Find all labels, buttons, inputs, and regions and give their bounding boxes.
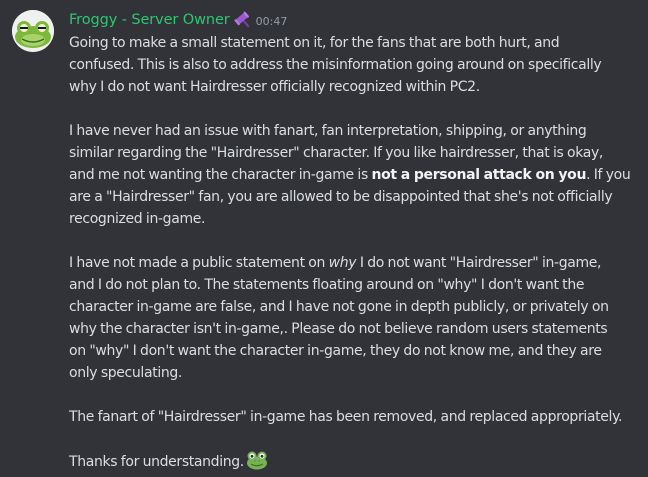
gavel-icon[interactable] bbox=[234, 11, 252, 29]
paragraph-3: I have not made a public statement on wh… bbox=[69, 252, 641, 384]
chat-message: Froggy - Server Owner 00:47 Going to mak… bbox=[0, 0, 648, 472]
message-content: Going to make a small statement on it, f… bbox=[69, 32, 641, 473]
text-line: character in-game are false, and I have … bbox=[69, 299, 609, 315]
paragraph-4: The fanart of "Hairdresser" in-game has … bbox=[69, 406, 641, 428]
text-line: I have not made a public statement on wh… bbox=[69, 252, 641, 274]
text-line: and I do not plan to. The statements flo… bbox=[69, 277, 585, 293]
text-span: and me not wanting the character in-game… bbox=[69, 167, 372, 183]
text-line: recognized in-game. bbox=[69, 211, 206, 227]
paragraph-5: Thanks for understanding. bbox=[69, 450, 641, 473]
text-line: on "why" I don't want the character in-g… bbox=[69, 343, 602, 359]
text-span: I do not want "Hairdresser" in-game, bbox=[356, 255, 602, 271]
message-header: Froggy - Server Owner 00:47 bbox=[69, 9, 287, 31]
text-line: Going to make a small statement on it, f… bbox=[69, 35, 560, 51]
author-name[interactable]: Froggy - Server Owner bbox=[69, 12, 230, 28]
text-line: similar regarding the "Hairdresser" char… bbox=[69, 145, 604, 161]
paragraph-1: Going to make a small statement on it, f… bbox=[69, 32, 641, 98]
avatar[interactable] bbox=[12, 10, 54, 52]
text-span: Thanks for understanding. bbox=[69, 454, 244, 470]
text-line: why the character isn't in-game,. Please… bbox=[69, 321, 608, 337]
text-line: confused. This is also to address the mi… bbox=[69, 57, 602, 73]
text-line: Thanks for understanding. bbox=[69, 450, 641, 473]
text-line: why I do not want Hairdresser officially… bbox=[69, 79, 480, 95]
frog-face-icon[interactable] bbox=[246, 450, 268, 470]
frog-avatar-icon bbox=[12, 10, 54, 52]
paragraph-2: I have never had an issue with fanart, f… bbox=[69, 120, 641, 230]
text-span: I have not made a public statement on bbox=[69, 255, 329, 271]
text-span: . If you bbox=[586, 167, 631, 183]
text-line: only speculating. bbox=[69, 365, 183, 381]
text-line: are a "Hairdresser" fan, you are allowed… bbox=[69, 189, 613, 205]
text-line: I have never had an issue with fanart, f… bbox=[69, 123, 587, 139]
message-timestamp[interactable]: 00:47 bbox=[256, 13, 288, 28]
text-line: and me not wanting the character in-game… bbox=[69, 164, 641, 186]
text-line: The fanart of "Hairdresser" in-game has … bbox=[69, 409, 623, 425]
italic-text: why bbox=[328, 255, 357, 271]
bold-text: not a personal attack on you bbox=[371, 167, 587, 183]
